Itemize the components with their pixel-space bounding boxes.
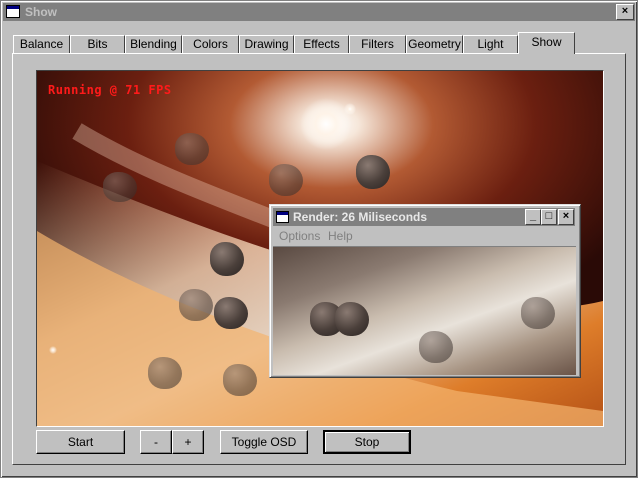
minimize-button[interactable]: _ — [525, 209, 541, 225]
tab-geometry[interactable]: Geometry — [406, 35, 463, 54]
maximize-button[interactable]: □ — [541, 209, 557, 225]
window-app-icon — [276, 211, 289, 223]
tab-drawing[interactable]: Drawing — [239, 35, 294, 54]
tab-colors[interactable]: Colors — [182, 35, 239, 54]
decrease-button[interactable]: - — [140, 430, 172, 454]
asteroid-sprite — [223, 364, 257, 396]
render-window-title: Render: 26 Miliseconds — [293, 210, 428, 224]
fps-osd: Running @ 71 FPS — [48, 83, 172, 97]
tab-effects[interactable]: Effects — [294, 35, 349, 54]
toggle-osd-button[interactable]: Toggle OSD — [220, 430, 308, 454]
render-window[interactable]: Render: 26 Miliseconds _ □ × Options Hel… — [269, 204, 581, 378]
window-title: Show — [25, 5, 57, 19]
asteroid-sprite — [356, 155, 390, 189]
asteroid-sprite — [214, 297, 248, 329]
main-window: Show × Balance Bits Blending Colors Draw… — [0, 0, 638, 478]
asteroid-sprite — [521, 297, 555, 329]
render-canvas[interactable] — [273, 246, 576, 375]
asteroid-sprite — [335, 302, 369, 336]
maximize-icon: □ — [545, 210, 553, 222]
asteroid-sprite — [269, 164, 303, 196]
asteroid-sprite — [175, 133, 209, 165]
close-icon: × — [621, 5, 629, 17]
tab-bits[interactable]: Bits — [70, 35, 125, 54]
increase-button[interactable]: + — [172, 430, 204, 454]
render-window-title-bar[interactable]: Render: 26 Miliseconds _ □ × — [273, 208, 575, 226]
minimize-icon: _ — [529, 210, 537, 222]
close-icon: × — [562, 210, 570, 222]
asteroid-sprite — [179, 289, 213, 321]
menu-help[interactable]: Help — [328, 227, 353, 245]
menu-options[interactable]: Options — [279, 227, 320, 245]
tab-blending[interactable]: Blending — [125, 35, 182, 54]
asteroid-sprite — [103, 172, 137, 202]
asteroid-sprite — [210, 242, 244, 276]
window-app-icon — [6, 5, 20, 18]
asteroid-sprite — [419, 331, 453, 363]
tab-show[interactable]: Show — [518, 32, 575, 54]
tab-balance[interactable]: Balance — [13, 35, 70, 54]
start-button[interactable]: Start — [36, 430, 125, 454]
tab-light[interactable]: Light — [463, 35, 518, 54]
stop-button[interactable]: Stop — [323, 430, 411, 454]
close-button[interactable]: × — [616, 4, 634, 20]
title-bar[interactable]: Show × — [3, 3, 635, 21]
asteroid-sprite — [148, 357, 182, 389]
tab-filters[interactable]: Filters — [349, 35, 406, 54]
close-button[interactable]: × — [558, 209, 574, 225]
